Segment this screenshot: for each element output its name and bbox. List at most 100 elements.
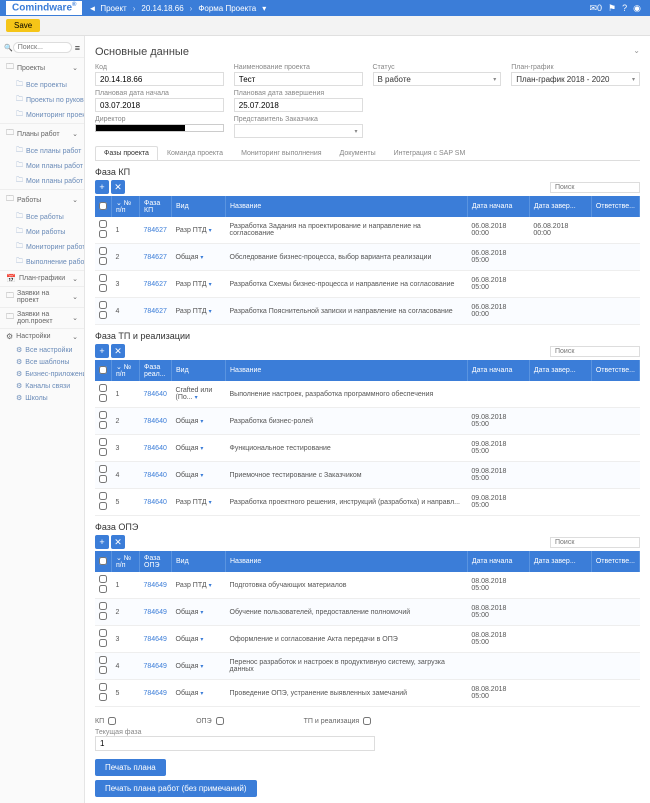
- status-kp-check[interactable]: [108, 717, 116, 725]
- sidebar-item[interactable]: 🗀Мои работы: [0, 225, 84, 240]
- chevron-down-icon[interactable]: ▾: [209, 309, 212, 315]
- add-row-button[interactable]: +: [95, 180, 109, 194]
- pstart-input[interactable]: [95, 98, 224, 112]
- row-check[interactable]: [99, 274, 107, 282]
- table-row[interactable]: 3 784640 Общая▾ Функциональное тестирова…: [95, 435, 640, 462]
- sidebar-item[interactable]: ⚙Все шаблоны: [0, 356, 84, 368]
- row-check[interactable]: [99, 656, 107, 664]
- col-check[interactable]: [95, 551, 112, 572]
- sidebar-group-works[interactable]: 🗀Работы⌄: [0, 189, 84, 210]
- row-check2[interactable]: [99, 448, 107, 456]
- cell-id-link[interactable]: 784640: [144, 418, 167, 425]
- cell-id-link[interactable]: 784627: [144, 254, 167, 261]
- menu-icon[interactable]: ≡: [75, 43, 80, 53]
- delete-row-button[interactable]: ✕: [111, 344, 125, 358]
- table-row[interactable]: 4 784649 Общая▾ Перенос разработок и нас…: [95, 653, 640, 680]
- sidebar-group-settings[interactable]: ⚙Настройки⌄: [0, 328, 84, 344]
- director-value[interactable]: [95, 124, 224, 132]
- table-row[interactable]: 4 784640 Общая▾ Приемочное тестирование …: [95, 462, 640, 489]
- row-check[interactable]: [99, 602, 107, 610]
- table-search[interactable]: [550, 537, 640, 548]
- sidebar-item[interactable]: 🗀Проекты по руководит...: [0, 93, 84, 108]
- col-date-end[interactable]: Дата завер...: [529, 551, 591, 572]
- cell-id-link[interactable]: 784649: [144, 582, 167, 589]
- chevron-down-icon[interactable]: ▾: [262, 4, 266, 13]
- col-id[interactable]: Фаза ОПЭ: [140, 551, 172, 572]
- cur-phase-input[interactable]: [95, 736, 375, 751]
- col-id[interactable]: Фаза КП: [140, 196, 172, 217]
- row-check2[interactable]: [99, 693, 107, 701]
- chevron-down-icon[interactable]: ▾: [195, 395, 198, 401]
- row-check[interactable]: [99, 438, 107, 446]
- row-check[interactable]: [99, 247, 107, 255]
- table-row[interactable]: 1 784640 Crafted или (По...▾ Выполнение …: [95, 381, 640, 408]
- row-check2[interactable]: [99, 230, 107, 238]
- sidebar-group-add-requests[interactable]: 🗀Заявки на доп.проект⌄: [0, 307, 84, 328]
- cell-id-link[interactable]: 784649: [144, 663, 167, 670]
- cell-id-link[interactable]: 784627: [144, 308, 167, 315]
- sidebar-item[interactable]: ⚙Все настройки: [0, 344, 84, 356]
- table-row[interactable]: 2 784640 Общая▾ Разработка бизнес-ролей …: [95, 408, 640, 435]
- col-date-end[interactable]: Дата завер...: [529, 196, 591, 217]
- table-row[interactable]: 5 784640 Разр ПТД▾ Разработка проектного…: [95, 489, 640, 516]
- cell-id-link[interactable]: 784649: [144, 609, 167, 616]
- sidebar-item[interactable]: 🗀Все работы: [0, 210, 84, 225]
- col-num[interactable]: ⌄ № п/п: [112, 360, 140, 381]
- col-vid[interactable]: Вид: [172, 196, 226, 217]
- col-num[interactable]: ⌄ № п/п: [112, 196, 140, 217]
- tab-monitoring[interactable]: Мониторинг выполнения: [232, 146, 330, 160]
- row-check[interactable]: [99, 384, 107, 392]
- tab-docs[interactable]: Документы: [331, 146, 385, 160]
- name-input[interactable]: [234, 72, 363, 86]
- col-name[interactable]: Название: [226, 360, 468, 381]
- cell-id-link[interactable]: 784649: [144, 636, 167, 643]
- col-name[interactable]: Название: [226, 551, 468, 572]
- status-ope-check[interactable]: [216, 717, 224, 725]
- col-resp[interactable]: Ответстве...: [591, 360, 639, 381]
- cell-id-link[interactable]: 784640: [144, 445, 167, 452]
- row-check[interactable]: [99, 492, 107, 500]
- cell-id-link[interactable]: 784640: [144, 499, 167, 506]
- table-row[interactable]: 4 784627 Разр ПТД▾ Разработка Пояснитель…: [95, 298, 640, 325]
- row-check[interactable]: [99, 629, 107, 637]
- avatar[interactable]: ◉: [633, 3, 641, 14]
- col-date-start[interactable]: Дата начала: [467, 551, 529, 572]
- chevron-down-icon[interactable]: ▾: [200, 419, 203, 425]
- delete-row-button[interactable]: ✕: [111, 535, 125, 549]
- row-check[interactable]: [99, 411, 107, 419]
- row-check2[interactable]: [99, 475, 107, 483]
- nav-back-icon[interactable]: ◄: [88, 4, 96, 13]
- sidebar-item[interactable]: 🗀Все планы работ: [0, 144, 84, 159]
- col-id[interactable]: Фаза реал...: [140, 360, 172, 381]
- chevron-down-icon[interactable]: ▾: [200, 610, 203, 616]
- help-icon[interactable]: ?: [622, 3, 627, 13]
- row-check[interactable]: [99, 465, 107, 473]
- sidebar-item[interactable]: ⚙Бизнес-приложения: [0, 368, 84, 380]
- sidebar-search[interactable]: [13, 42, 72, 53]
- print-plan-button[interactable]: Печать плана: [95, 759, 166, 776]
- chevron-down-icon[interactable]: ▾: [200, 637, 203, 643]
- row-check2[interactable]: [99, 639, 107, 647]
- breadcrumb-1[interactable]: Проект: [100, 4, 126, 13]
- chevron-down-icon[interactable]: ⌄: [633, 46, 640, 55]
- cell-id-link[interactable]: 784640: [144, 472, 167, 479]
- sidebar-group-plans[interactable]: 🗀Планы работ⌄: [0, 123, 84, 144]
- pend-input[interactable]: [234, 98, 363, 112]
- chevron-down-icon[interactable]: ▾: [209, 228, 212, 234]
- row-check[interactable]: [99, 683, 107, 691]
- delete-row-button[interactable]: ✕: [111, 180, 125, 194]
- col-vid[interactable]: Вид: [172, 551, 226, 572]
- cell-id-link[interactable]: 784649: [144, 690, 167, 697]
- chevron-down-icon[interactable]: ▾: [209, 500, 212, 506]
- row-check2[interactable]: [99, 666, 107, 674]
- sidebar-item[interactable]: 🗀Мои планы работ (Ку...: [0, 159, 84, 174]
- table-row[interactable]: 5 784649 Общая▾ Проведение ОПЭ, устранен…: [95, 680, 640, 707]
- table-row[interactable]: 1 784627 Разр ПТД▾ Разработка Задания на…: [95, 217, 640, 244]
- save-button[interactable]: Save: [6, 19, 40, 32]
- sidebar-item[interactable]: ⚙Каналы связи: [0, 380, 84, 392]
- mail-icon[interactable]: ✉0: [589, 3, 602, 14]
- row-check[interactable]: [99, 575, 107, 583]
- row-check2[interactable]: [99, 502, 107, 510]
- table-row[interactable]: 1 784649 Разр ПТД▾ Подготовка обучающих …: [95, 572, 640, 599]
- tab-sap[interactable]: Интеграция с SAP SM: [385, 146, 475, 160]
